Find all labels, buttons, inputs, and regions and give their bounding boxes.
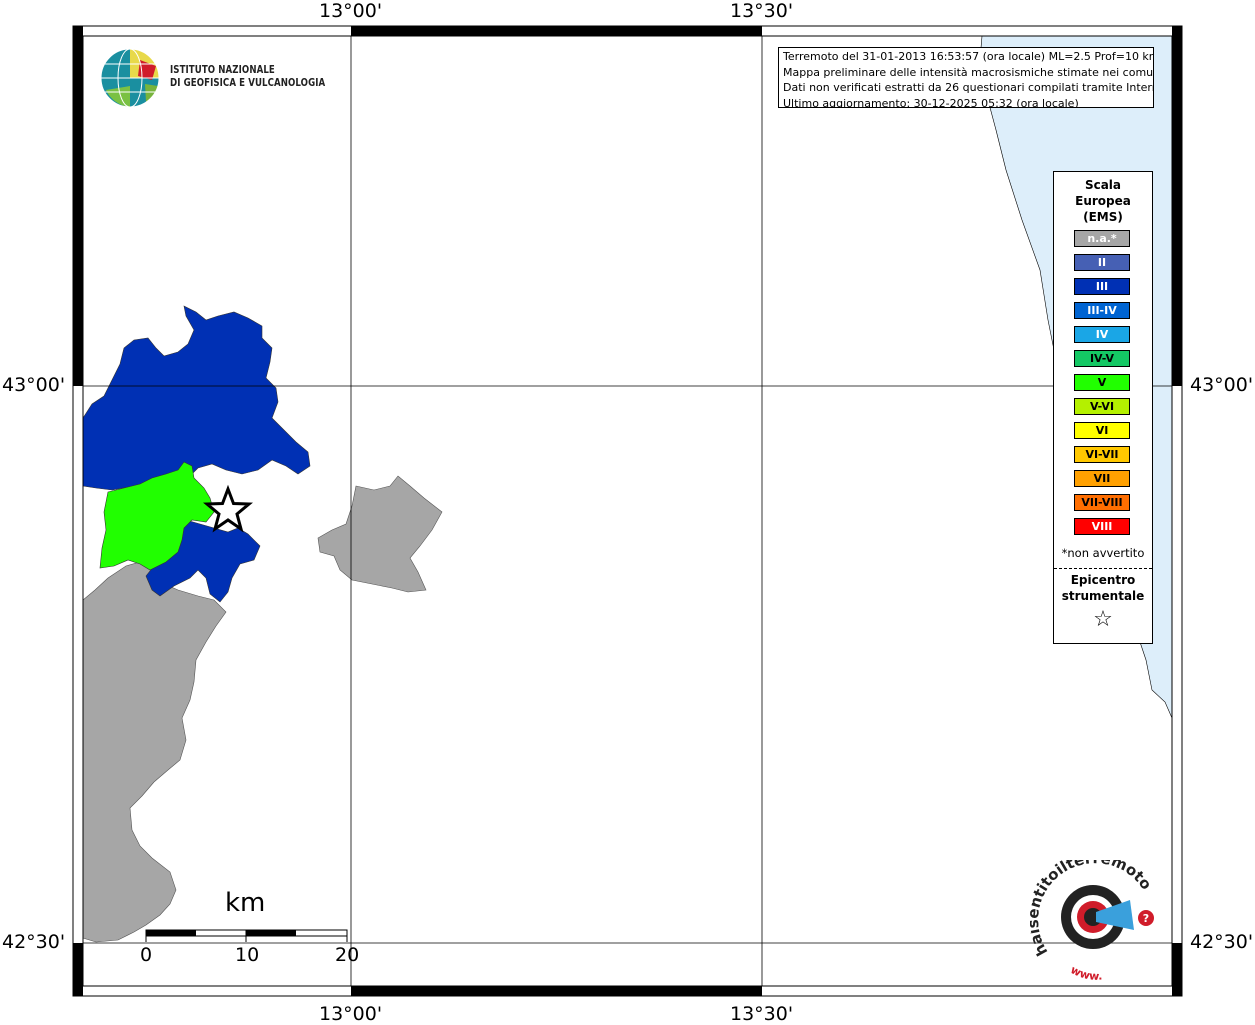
legend-swatch-iiiiv: III-IV: [1074, 302, 1130, 319]
legend-swatch-iv: IV: [1074, 326, 1130, 343]
ingv-logo-line1: ISTITUTO NAZIONALE: [170, 64, 275, 76]
legend-title-line2: Europea: [1075, 194, 1131, 208]
legend-swatch-vii: VII: [1074, 470, 1130, 487]
label-left-4300: 43°00': [2, 374, 66, 396]
legend-epicenter-label: Epicentro strumentale: [1054, 572, 1152, 604]
label-left-4230: 42°30': [2, 931, 66, 953]
frame-bar-top-2: [351, 26, 762, 36]
scale-bar-seg-1: [146, 930, 196, 936]
scale-unit: km: [225, 888, 266, 918]
label-top-1330: 13°30': [730, 0, 794, 22]
frame-bar-bottom-2: [351, 986, 762, 996]
label-right-4230: 42°30': [1190, 931, 1254, 953]
ingv-logo-line2: DI GEOFISICA E VULCANOLOGIA: [170, 77, 326, 89]
frame-bar-top-3: [1172, 26, 1182, 36]
hst-logo-url: www.: [1068, 963, 1102, 983]
legend-epicenter-line2: strumentale: [1061, 589, 1145, 603]
scale-tick-label-0: 0: [140, 944, 153, 966]
event-info-box: Terremoto del 31-01-2013 16:53:57 (ora l…: [778, 47, 1154, 108]
legend-swatch-v: V: [1074, 374, 1130, 391]
legend-star-icon: ☆: [1093, 607, 1113, 632]
legend-title-line1: Scala: [1084, 178, 1122, 192]
region-na-east: [317, 475, 443, 593]
legend-swatch-vi: VI: [1074, 422, 1130, 439]
legend-epicenter-line1: Epicentro: [1070, 573, 1136, 587]
legend-swatch-viii: VIII: [1074, 518, 1130, 535]
event-info-line4: Ultimo aggiornamento: 30-12-2025 05:32 (…: [783, 96, 1079, 108]
frame-bar-bottom-3: [1172, 986, 1182, 996]
ingv-globe-icon: [100, 48, 160, 108]
legend-swatch-vivii: VI-VII: [1074, 446, 1130, 463]
ingv-logo-text: ISTITUTO NAZIONALE DI GEOFISICA E VULCAN…: [170, 64, 325, 90]
frame-bar-left-2: [73, 943, 83, 986]
frame-bar-left-1: [73, 36, 83, 386]
legend-title: Scala Europea (EMS): [1054, 177, 1152, 225]
haisentito-logo: ? haisentitoilterremoto.it www.: [1030, 860, 1155, 983]
legend-title-line3: (EMS): [1083, 210, 1123, 224]
ems-legend: Scala Europea (EMS) n.a.* II III III-IV IV IV…: [1053, 171, 1153, 644]
legend-swatch-ii: II: [1074, 254, 1130, 271]
label-bottom-1300: 13°00': [319, 1003, 383, 1025]
epicenter-star: [203, 484, 253, 533]
legend-swatch-iii: III: [1074, 278, 1130, 295]
legend-note: *non avvertito: [1061, 546, 1145, 560]
scale-tick-label-10: 10: [235, 944, 260, 966]
hst-question-mark: ?: [1143, 912, 1149, 925]
label-bottom-1330: 13°30': [730, 1003, 794, 1025]
legend-swatch-viiviii: VII-VIII: [1074, 494, 1130, 511]
label-top-1300: 13°00': [319, 0, 383, 22]
event-info-line2: Mappa preliminare delle intensità macros…: [783, 65, 1154, 79]
region-iii-north: [82, 305, 311, 491]
scale-bar-seg-3: [246, 930, 296, 936]
frame-bar-bottom-1: [73, 986, 83, 996]
frame-bar-right-1: [1172, 36, 1182, 386]
frame-bar-right-2: [1172, 943, 1182, 986]
region-na-south: [82, 561, 227, 943]
event-info-line3: Dati non verificati estratti da 26 quest…: [783, 81, 1154, 94]
legend-separator: [1054, 568, 1152, 569]
legend-swatch-vvi: V-VI: [1074, 398, 1130, 415]
legend-swatch-ivv: IV-V: [1074, 350, 1130, 367]
event-info-line1: Terremoto del 31-01-2013 16:53:57 (ora l…: [783, 50, 1154, 63]
legend-swatch-na: n.a.*: [1074, 230, 1130, 247]
label-right-4300: 43°00': [1190, 374, 1254, 396]
frame-bar-top-1: [73, 26, 83, 36]
scale-tick-label-20: 20: [335, 944, 360, 966]
